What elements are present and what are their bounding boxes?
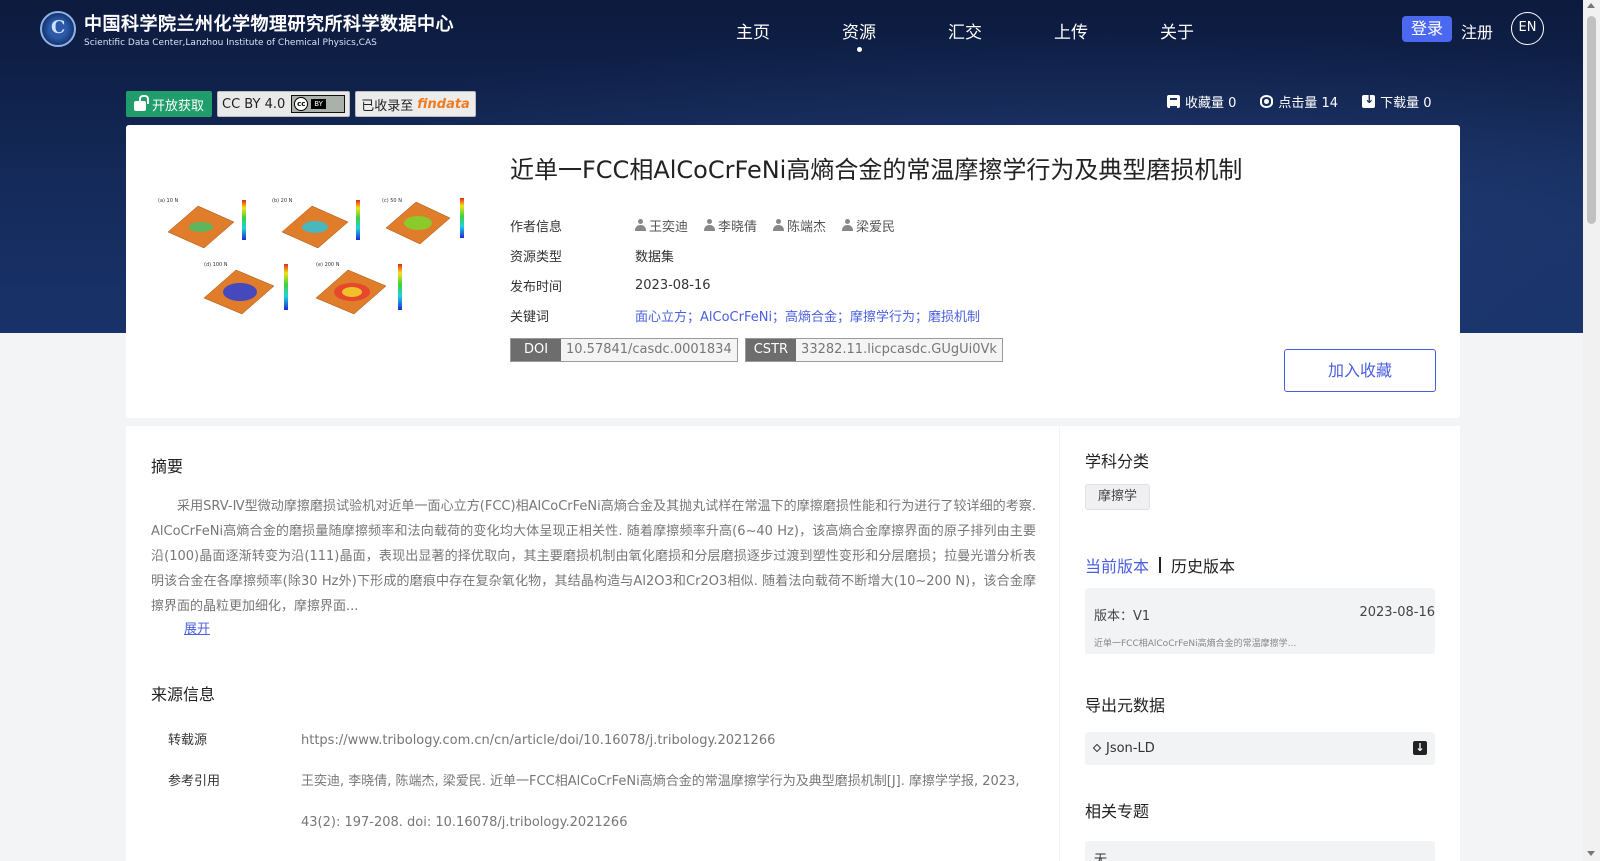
author-item[interactable]: 陈端杰 — [773, 216, 826, 235]
citation-line: 43(2): 197-208. doi: 10.16078/j.tribolog… — [301, 815, 628, 830]
svg-text:(c) 50 N: (c) 50 N — [382, 198, 402, 204]
svg-text:(b) 20 N: (b) 20 N — [272, 198, 293, 204]
indexed-label: 已收录至 — [361, 98, 414, 114]
record-title: 近单一FCC相AlCoCrFeNi高熵合金的常温摩擦学行为及典型磨损机制 — [510, 156, 1243, 184]
nav-submit[interactable]: 汇交 — [912, 18, 1018, 43]
tab-history-version[interactable]: 历史版本 — [1171, 553, 1235, 577]
downloads-stat: 下载量 0 — [1362, 92, 1432, 111]
logo-emblem-icon — [40, 11, 76, 47]
logo-subtitle: Scientific Data Center,Lanzhou Institute… — [84, 38, 377, 48]
nav-resources[interactable]: 资源 — [806, 18, 912, 52]
doi-badge[interactable]: DOI 10.57841/casdc.0001834 — [510, 338, 738, 362]
login-button[interactable]: 登录 — [1402, 16, 1452, 42]
bookmark-list-icon — [1167, 95, 1180, 108]
author-item[interactable]: 王奕迪 — [635, 216, 688, 235]
thumb-panel-b: (b) 20 N — [272, 198, 360, 249]
record-card: (a) 10 N (b) 20 N (c) 50 N (d) 100 N (e)… — [126, 125, 1460, 418]
keywords-links[interactable]: 面心立方；AlCoCrFeNi；高熵合金；摩擦学行为；磨损机制 — [635, 306, 980, 325]
meta-type: 资源类型 数据集 — [510, 249, 675, 265]
main-nav: 主页 资源 汇交 上传 关于 — [700, 18, 1230, 52]
cstr-badge[interactable]: CSTR 33282.11.licpcasdc.GUgUi0Vk — [744, 338, 1003, 362]
badge-row: 开放获取 CC BY 4.0 cc BY 已收录至 findata — [126, 91, 476, 117]
thumb-panel-e: (e) 200 N — [315, 262, 402, 315]
tab-divider — [1159, 557, 1162, 573]
citation-row: 参考引用 王奕迪, 李晓倩, 陈端杰, 梁爱民. 近单一FCC相AlCoCrFe… — [168, 761, 1036, 843]
license-label: CC BY 4.0 — [222, 96, 286, 112]
person-icon — [842, 219, 854, 231]
expand-link[interactable]: 展开 — [184, 618, 210, 637]
svg-text:(a) 10 N: (a) 10 N — [158, 198, 179, 204]
sidebar-panel: 学科分类 摩擦学 当前版本 历史版本 版本：V1 2023-08-16 近单一F… — [1060, 426, 1460, 861]
meta-keywords: 关键词 面心立方；AlCoCrFeNi；高熵合金；摩擦学行为；磨损机制 — [510, 300, 980, 330]
views-stat: 点击量 14 — [1260, 92, 1338, 111]
citation-line: 王奕迪, 李晓倩, 陈端杰, 梁爱民. 近单一FCC相AlCoCrFeNi高熵合… — [301, 774, 1020, 789]
topics-title: 相关专题 — [1085, 802, 1150, 821]
favorites-stat: 收藏量 0 — [1167, 92, 1236, 111]
dataset-thumbnail[interactable]: (a) 10 N (b) 20 N (c) 50 N (d) 100 N (e)… — [154, 190, 476, 340]
doi-value: 10.57841/casdc.0001834 — [561, 339, 737, 361]
license-badge[interactable]: CC BY 4.0 cc BY — [217, 91, 351, 117]
nav-about[interactable]: 关于 — [1124, 18, 1230, 43]
nav-upload[interactable]: 上传 — [1018, 18, 1124, 43]
person-icon — [773, 219, 785, 231]
meta-date: 发布时间 2023-08-16 — [510, 277, 711, 295]
unlock-icon — [134, 94, 149, 111]
person-icon — [635, 219, 646, 231]
abstract-title: 摘要 — [151, 457, 184, 476]
author-item[interactable]: 梁爱民 — [842, 216, 895, 235]
export-jsonld-row[interactable]: Json-LD ↓ — [1085, 732, 1435, 765]
scroll-up-icon[interactable] — [1587, 3, 1595, 8]
repost-url[interactable]: https://www.tribology.com.cn/cn/article/… — [301, 720, 1036, 761]
record-meta: 作者信息 王奕迪 李晓倩 陈端杰 梁爱民 资源类型 数据集 发布时间 2023-… — [510, 210, 980, 330]
thumb-panel-a: (a) 10 N — [158, 198, 246, 249]
version-desc: 近单一FCC相AlCoCrFeNi高熵合金的常温摩擦学... — [1094, 639, 1297, 649]
scroll-down-icon[interactable] — [1587, 851, 1595, 856]
version-date: 2023-08-16 — [1359, 605, 1435, 620]
stats-bar: 收藏量 0 点击量 14 下载量 0 — [1167, 92, 1432, 111]
subject-tag[interactable]: 摩擦学 — [1085, 484, 1151, 510]
thumb-panel-d: (d) 100 N — [203, 262, 288, 315]
person-icon — [704, 219, 716, 231]
subject-title: 学科分类 — [1085, 452, 1150, 471]
version-label: 版本：V1 — [1094, 609, 1151, 624]
site-logo[interactable]: 中国科学院兰州化学物理研究所科学数据中心 Scientific Data Cen… — [40, 10, 454, 48]
repost-row: 转载源 https://www.tribology.com.cn/cn/arti… — [168, 720, 1036, 761]
open-access-badge: 开放获取 — [126, 91, 213, 117]
page-scrollbar[interactable] — [1583, 0, 1600, 861]
content-panel: 摘要 采用SRV-Ⅳ型微动摩擦磨损试验机对近单一面心立方(FCC)相AlCoCr… — [126, 426, 1059, 861]
cstr-value: 33282.11.licpcasdc.GUgUi0Vk — [796, 339, 1002, 361]
tab-current-version[interactable]: 当前版本 — [1085, 553, 1149, 577]
logo-title: 中国科学院兰州化学物理研究所科学数据中心 — [84, 14, 454, 35]
export-title: 导出元数据 — [1085, 696, 1166, 715]
author-item[interactable]: 李晓倩 — [704, 216, 757, 235]
identifier-row: DOI 10.57841/casdc.0001834 CSTR 33282.11… — [510, 338, 1003, 362]
thumb-panel-c: (c) 50 N — [382, 198, 464, 245]
source-title: 来源信息 — [151, 685, 216, 704]
findata-logo: findata — [417, 96, 470, 112]
abstract-text: 采用SRV-Ⅳ型微动摩擦磨损试验机对近单一面心立方(FCC)相AlCoCrFeN… — [151, 499, 1036, 614]
add-favorite-button[interactable]: 加入收藏 — [1284, 349, 1436, 392]
svg-text:(e) 200 N: (e) 200 N — [316, 262, 340, 268]
scroll-thumb[interactable] — [1587, 16, 1596, 224]
open-access-label: 开放获取 — [152, 98, 205, 114]
download-icon — [1362, 92, 1376, 108]
download-icon[interactable]: ↓ — [1413, 741, 1427, 755]
version-card[interactable]: 版本：V1 2023-08-16 近单一FCC相AlCoCrFeNi高熵合金的常… — [1085, 588, 1435, 654]
register-link[interactable]: 注册 — [1461, 19, 1493, 43]
language-toggle[interactable]: EN — [1511, 12, 1544, 45]
diamond-icon — [1092, 743, 1102, 753]
topics-value: 无 — [1085, 841, 1435, 861]
cc-by-icon: cc BY — [291, 95, 346, 113]
eye-icon — [1260, 95, 1274, 108]
version-tabs: 当前版本 历史版本 — [1085, 553, 1235, 577]
findata-badge[interactable]: 已收录至 findata — [355, 91, 476, 117]
svg-text:(d) 100 N: (d) 100 N — [204, 262, 228, 268]
meta-authors: 作者信息 王奕迪 李晓倩 陈端杰 梁爱民 — [510, 210, 980, 240]
nav-home[interactable]: 主页 — [700, 18, 806, 43]
